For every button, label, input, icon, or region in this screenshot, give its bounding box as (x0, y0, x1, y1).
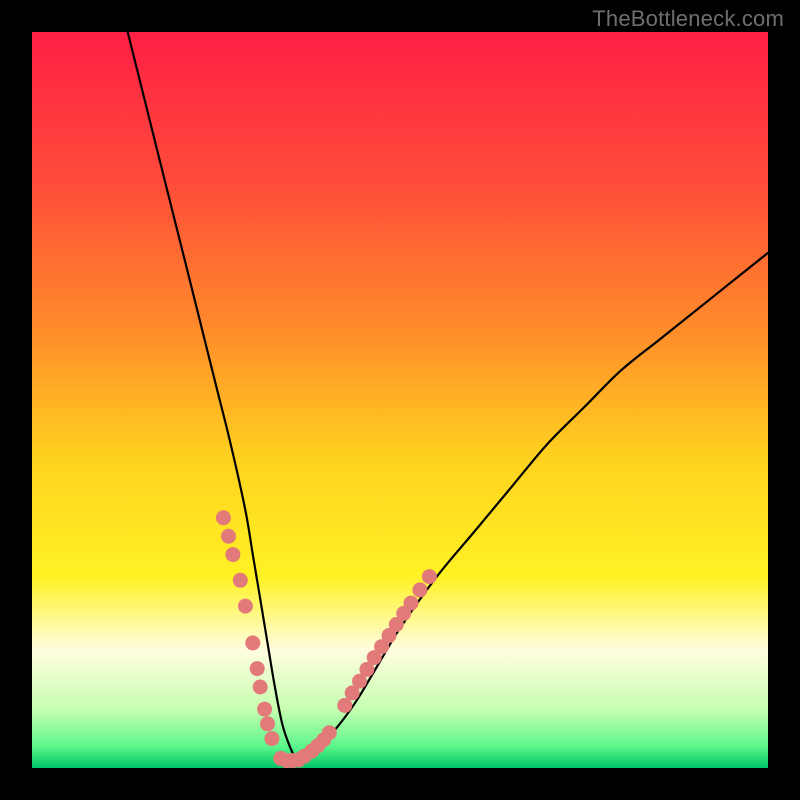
highlight-dot (404, 596, 419, 611)
highlight-dots-left (216, 510, 280, 746)
highlight-dots-bottom (273, 725, 337, 768)
highlight-dot (337, 698, 352, 713)
highlight-dot (238, 599, 253, 614)
highlight-dot (422, 569, 437, 584)
highlight-dot (260, 716, 275, 731)
plot-area (32, 32, 768, 768)
highlight-dot (250, 661, 265, 676)
curve-layer (32, 32, 768, 768)
highlight-dot (322, 725, 337, 740)
highlight-dot (221, 529, 236, 544)
bottleneck-curve (128, 32, 768, 762)
highlight-dot (253, 680, 268, 695)
highlight-dot (257, 702, 272, 717)
highlight-dot (225, 547, 240, 562)
highlight-dot (264, 731, 279, 746)
highlight-dots-right (337, 569, 437, 713)
highlight-dot (412, 582, 427, 597)
watermark-text: TheBottleneck.com (592, 6, 784, 32)
chart-frame: TheBottleneck.com (0, 0, 800, 800)
highlight-dot (216, 510, 231, 525)
highlight-dot (233, 573, 248, 588)
highlight-dot (245, 635, 260, 650)
